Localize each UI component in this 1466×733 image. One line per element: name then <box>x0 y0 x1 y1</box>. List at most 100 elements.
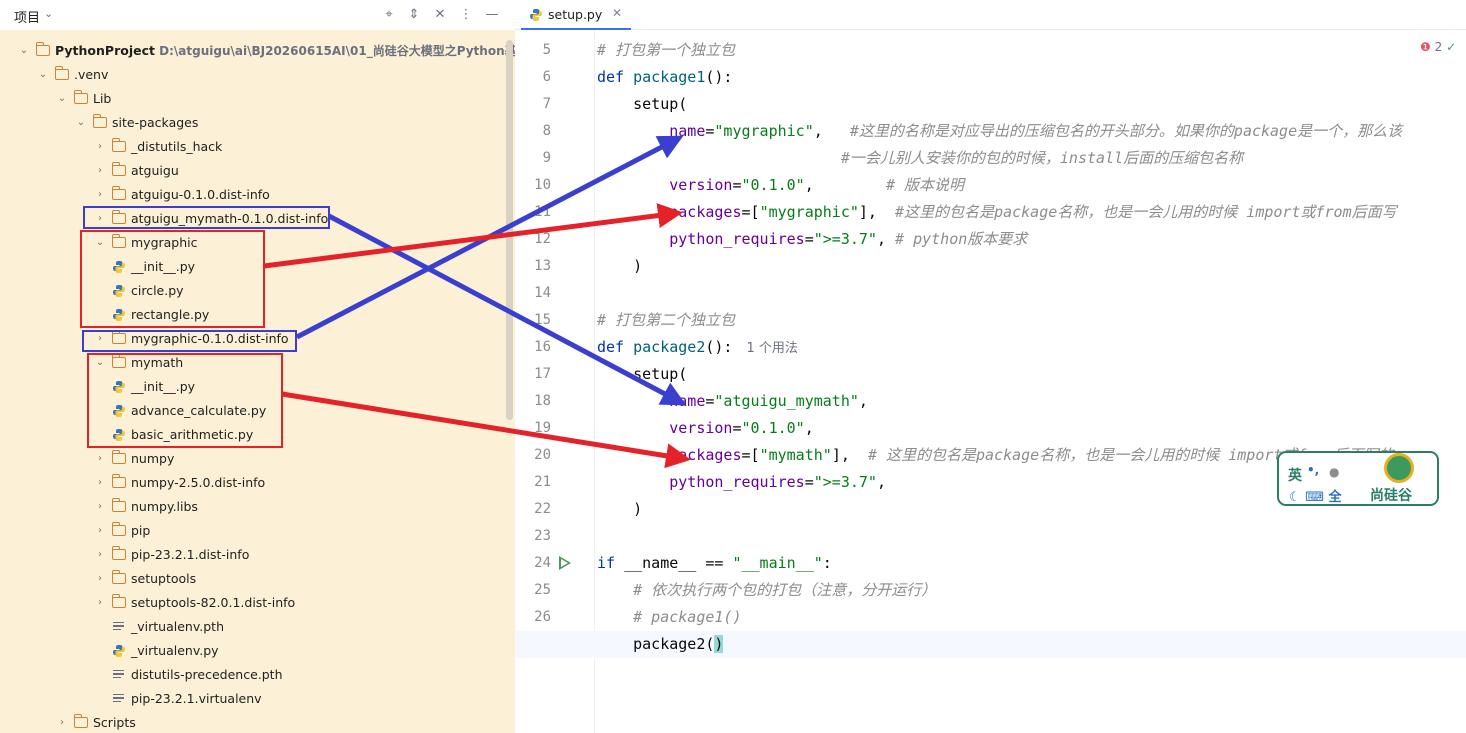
hide-panel-icon[interactable]: — <box>483 6 501 24</box>
text-file-icon <box>113 670 124 680</box>
tree-item[interactable]: _virtualenv.pth <box>0 615 515 639</box>
chevron-down-icon[interactable]: ⌄ <box>94 231 106 255</box>
tree-item[interactable]: circle.py <box>0 279 515 303</box>
chevron-down-icon[interactable]: ⌄ <box>37 63 49 87</box>
tree-item[interactable]: › atguigu <box>0 159 515 183</box>
code-line[interactable]: version="0.1.0", <box>597 415 814 442</box>
tree-item[interactable]: › numpy.libs <box>0 495 515 519</box>
collapse-all-icon[interactable]: ✕ <box>431 6 449 24</box>
tab-setup-py[interactable]: setup.py ✕ <box>521 0 631 30</box>
tree-item[interactable]: › mygraphic-0.1.0.dist-info <box>0 327 515 351</box>
tree-item[interactable]: › pip-23.2.1.dist-info <box>0 543 515 567</box>
tree-item[interactable]: › setuptools <box>0 567 515 591</box>
folder-icon <box>111 162 126 176</box>
tree-item[interactable]: › _distutils_hack <box>0 135 515 159</box>
code-line[interactable]: name="mygraphic", #这里的名称是对应导出的压缩包名的开头部分。… <box>597 118 1402 145</box>
code-token: name <box>669 122 706 140</box>
usage-hint[interactable]: 1 个用法 <box>746 341 797 356</box>
tree-item[interactable]: › numpy <box>0 447 515 471</box>
code-token: # 版本说明 <box>886 176 965 194</box>
chevron-right-icon[interactable]: › <box>94 519 106 543</box>
code-line[interactable]: ) <box>597 496 642 523</box>
chevron-right-icon[interactable]: › <box>94 567 106 591</box>
tree-item[interactable]: rectangle.py <box>0 303 515 327</box>
code-line[interactable]: package2() <box>597 631 724 658</box>
tree-item[interactable]: ⌄ mymath <box>0 351 515 375</box>
locate-icon[interactable]: ⌖ <box>380 6 398 24</box>
tree-item-label: mygraphic <box>131 235 198 250</box>
user-icon[interactable]: ● <box>1329 465 1339 479</box>
tree-item[interactable]: › setuptools-82.0.1.dist-info <box>0 591 515 615</box>
project-panel: 项目 ⌄ ⌖ ⇕ ✕ ⋮ — ⌄ PythonProject D:\atguigu… <box>0 0 515 733</box>
chevron-down-icon[interactable]: ⌄ <box>18 39 30 63</box>
code-line[interactable]: python_requires=">=3.7", <box>597 469 886 496</box>
line-number: 7 <box>542 96 551 112</box>
code-line[interactable]: #一会儿别人安装你的包的时候，install后面的压缩包名称 <box>597 145 1243 172</box>
tree-item[interactable]: › atguigu_mymath-0.1.0.dist-info <box>0 207 515 231</box>
code-line[interactable]: setup( <box>597 91 687 118</box>
code-line[interactable]: def package1(): <box>597 64 732 91</box>
chevron-right-icon[interactable]: › <box>94 447 106 471</box>
chevron-right-icon[interactable]: › <box>94 183 106 207</box>
tree-item[interactable]: › Scripts <box>0 711 515 733</box>
tree-item[interactable]: basic_arithmetic.py <box>0 423 515 447</box>
folder-icon <box>111 138 126 152</box>
tree-item[interactable]: › atguigu-0.1.0.dist-info <box>0 183 515 207</box>
chevron-right-icon[interactable]: › <box>94 135 106 159</box>
tree-item[interactable]: _virtualenv.py <box>0 639 515 663</box>
chevron-down-icon[interactable]: ⌄ <box>56 87 68 111</box>
line-number: 6 <box>542 69 551 85</box>
tree-item[interactable]: __init__.py <box>0 375 515 399</box>
run-icon[interactable] <box>559 556 571 570</box>
close-icon[interactable]: ✕ <box>612 6 622 20</box>
chevron-right-icon[interactable]: › <box>94 471 106 495</box>
python-file-icon <box>113 645 125 657</box>
tree-item[interactable]: › numpy-2.5.0.dist-info <box>0 471 515 495</box>
tree-item[interactable]: ⌄ site-packages <box>0 111 515 135</box>
code-token: ) <box>597 500 643 518</box>
chevron-right-icon[interactable]: › <box>94 327 106 351</box>
code-line[interactable]: if __name__ == "__main__": <box>597 550 832 577</box>
code-line[interactable]: # package1() <box>597 604 741 631</box>
code-line[interactable]: def package2(): 1 个用法 <box>597 334 798 361</box>
project-panel-title[interactable]: 项目 <box>14 7 40 26</box>
code-line[interactable]: setup( <box>597 361 687 388</box>
code-token: "mymath" <box>759 446 832 464</box>
code-line[interactable]: # 依次执行两个包的打包（注意，分开运行） <box>597 577 936 604</box>
chevron-down-icon[interactable]: ⌄ <box>94 351 106 375</box>
tree-item[interactable]: › pip <box>0 519 515 543</box>
code-line[interactable]: packages=["mymath"], # 这里的包名是package名称，也… <box>597 442 1393 469</box>
tree-item[interactable]: __init__.py <box>0 255 515 279</box>
chevron-down-icon[interactable]: ⌄ <box>75 111 87 135</box>
code-line[interactable]: # 打包第一个独立包 <box>597 37 735 64</box>
ime-lang-toggle[interactable]: 英 <box>1288 465 1302 485</box>
code-line[interactable]: packages=["mygraphic"], #这里的包名是package名称… <box>597 199 1396 226</box>
chevron-right-icon[interactable]: › <box>94 159 106 183</box>
ime-mode-row[interactable]: ☾ ⌨ 全 <box>1289 486 1342 505</box>
tree-item[interactable]: ⌄ mygraphic <box>0 231 515 255</box>
code-token: "mygraphic" <box>714 122 814 140</box>
code-line[interactable]: version="0.1.0", # 版本说明 <box>597 172 964 199</box>
chevron-right-icon[interactable]: › <box>56 711 68 733</box>
tree-item[interactable]: advance_calculate.py <box>0 399 515 423</box>
chevron-right-icon[interactable]: › <box>94 591 106 615</box>
chevron-down-icon[interactable]: ⌄ <box>44 7 53 20</box>
tree-item[interactable]: distutils-precedence.pth <box>0 663 515 687</box>
code-line[interactable]: name="atguigu_mymath", <box>597 388 868 415</box>
project-panel-scrollbar[interactable] <box>506 40 513 420</box>
ime-toolbar[interactable]: 英 •, ● ☾ ⌨ 全 尚硅谷 <box>1277 451 1439 506</box>
chevron-right-icon[interactable]: › <box>94 495 106 519</box>
more-options-icon[interactable]: ⋮ <box>457 6 475 24</box>
tree-item[interactable]: ⌄ PythonProject D:\atguigu\ai\BJ20260615A… <box>0 39 515 63</box>
tree-item[interactable]: pip-23.2.1.virtualenv <box>0 687 515 711</box>
code-line[interactable]: ) <box>597 253 642 280</box>
code-line[interactable]: # 打包第二个独立包 <box>597 307 735 334</box>
tree-item[interactable]: ⌄ Lib <box>0 87 515 111</box>
tree-item[interactable]: ⌄ .venv <box>0 63 515 87</box>
expand-all-icon[interactable]: ⇕ <box>405 6 423 24</box>
ime-punct-toggle[interactable]: •, <box>1307 463 1319 477</box>
code-line[interactable]: python_requires=">=3.7", # python版本要求 <box>597 226 1027 253</box>
inspection-widget[interactable]: ❶ 2 ✓ <box>1420 40 1456 54</box>
chevron-right-icon[interactable]: › <box>94 207 106 231</box>
chevron-right-icon[interactable]: › <box>94 543 106 567</box>
